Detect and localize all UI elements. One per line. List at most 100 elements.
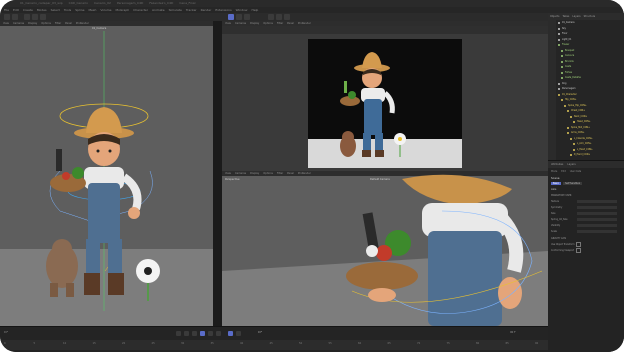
render-image [308, 39, 462, 168]
tree-item[interactable]: Cesta [548, 65, 624, 69]
attr-row-label: Spring_02_Size [551, 217, 568, 221]
render-icon[interactable] [268, 14, 274, 20]
attr-row-field[interactable] [577, 205, 617, 209]
tree-item-label: Flower [562, 43, 570, 46]
tree-item[interactable]: Chest_CON+ [548, 109, 624, 113]
next-key-icon[interactable] [216, 331, 221, 336]
timeline-tick: 80 [476, 342, 480, 345]
tree-item[interactable]: Dog [548, 82, 624, 86]
tree-item[interactable]: Spine_Hip_CON+ [548, 104, 624, 108]
tree-item-label: Spine_Mid_CON+ [571, 125, 590, 129]
auto-key-icon[interactable] [236, 331, 241, 336]
tab-objects[interactable]: Objects [550, 14, 559, 19]
tree-item[interactable]: 01_Character [548, 93, 624, 97]
tree-item[interactable]: Sky [548, 27, 624, 31]
play-icon[interactable] [200, 331, 205, 336]
tree-item-label: 01_Character [562, 92, 577, 96]
tree-item[interactable]: Head_CON+ [548, 120, 624, 124]
record-icon[interactable] [228, 331, 233, 336]
tab-layers[interactable]: Layers [572, 14, 580, 19]
tab-structure[interactable]: Structure [584, 14, 596, 19]
timeline-ruler[interactable]: 0 5 10 15 20 25 30 35 40 45 50 55 60 65 70 75 80 85 90 [0, 340, 548, 350]
viewport-perspective[interactable]: View Cameras Display Options Filter Panel ProR… [222, 171, 548, 326]
checkbox[interactable] [576, 241, 582, 247]
tree-item[interactable]: L_Arm_CON+ [548, 142, 624, 146]
tree-item[interactable]: 01_Camera [548, 21, 624, 25]
viewport-divider[interactable] [213, 21, 222, 326]
checkbox[interactable] [576, 247, 582, 253]
prev-key-icon[interactable] [184, 331, 189, 336]
scale-icon[interactable] [32, 14, 38, 20]
tab-attributes[interactable]: Attributes [551, 162, 563, 167]
tree-item-label: Floor [562, 32, 568, 35]
tree-item[interactable]: Light_01 [548, 38, 624, 42]
tree-item[interactable]: L_Clavicle_CON+ [548, 137, 624, 141]
attr-row-label: Texture [551, 199, 560, 203]
timeline-tick: 15 [92, 342, 96, 345]
tree-item-label: Arms_CON+ [571, 131, 585, 134]
object-icon [561, 77, 563, 79]
tree-item[interactable]: Arms_CON+ [548, 131, 624, 135]
attr-checkbox-label: Conforming Viewport [551, 248, 575, 252]
attr-user-data[interactable]: User Data [570, 169, 581, 174]
fps-field[interactable]: 0 F [258, 331, 262, 334]
tree-item[interactable]: Floor [548, 32, 624, 36]
tree-item[interactable]: Brocolis [548, 60, 624, 64]
timeline-tick: 5 [33, 342, 36, 345]
live-select-icon[interactable] [236, 14, 242, 20]
attr-sandbox-tab[interactable]: Self Sandbox [563, 182, 583, 185]
doc-tab[interactable]: C4D_Cenario [69, 0, 88, 7]
rotate-icon[interactable] [40, 14, 46, 20]
attr-row-field[interactable] [577, 229, 617, 233]
timeline-tick: 0 [4, 342, 6, 345]
tree-item[interactable]: R_Hand_CON+ [548, 153, 624, 157]
undo-icon[interactable] [4, 14, 10, 20]
tree-item[interactable]: Cenoura [548, 54, 624, 58]
tree-item[interactable]: Cesta_Detalhe [548, 76, 624, 80]
attr-edit[interactable]: Edit [561, 169, 565, 174]
tab-takes[interactable]: Takes [562, 14, 569, 19]
select-icon[interactable] [228, 14, 234, 20]
tree-item-label: L_Hand_CON+ [577, 147, 593, 151]
attr-mode[interactable]: Mode [551, 169, 557, 174]
box-select-icon[interactable] [244, 14, 250, 20]
doc-tab[interactable]: 01_Cenario_cadepar_03_wip [20, 0, 63, 7]
attr-row-field[interactable] [577, 199, 617, 203]
render-view-icon[interactable] [276, 14, 282, 20]
next-frame-icon[interactable] [208, 331, 213, 336]
current-frame[interactable]: 0 F [4, 331, 8, 334]
tree-item[interactable]: Hip_CON+ [548, 98, 624, 102]
tree-item[interactable]: Bouquet [548, 49, 624, 53]
tab-attr-layers[interactable]: Layers [567, 162, 575, 167]
end-frame[interactable]: 90 F [510, 331, 516, 334]
object-icon [558, 82, 560, 85]
render-settings-icon[interactable] [284, 14, 290, 20]
attr-row-field[interactable] [577, 211, 617, 215]
attr-row-field[interactable] [577, 223, 617, 227]
tree-item-label: Cesta [565, 65, 572, 68]
object-icon [561, 66, 563, 68]
timeline-tick: 30 [181, 342, 185, 345]
attr-checkbox-row[interactable]: Conforming Viewport [548, 247, 624, 253]
doc-tab[interactable]: Cena_Final [179, 0, 195, 7]
tree-item[interactable]: Neck_CON+ [548, 115, 624, 119]
attr-basic-tab[interactable]: Basic [551, 182, 562, 185]
tree-item[interactable]: Flower [548, 43, 624, 47]
go-start-icon[interactable] [176, 331, 181, 336]
tree-item[interactable]: Spine_Mid_CON+ [548, 126, 624, 130]
attr-row-field[interactable] [577, 217, 617, 221]
doc-tab[interactable]: Personagem_C4D [117, 0, 143, 7]
redo-icon[interactable] [12, 14, 18, 20]
move-icon[interactable] [24, 14, 30, 20]
tree-item[interactable]: Personagem [548, 87, 624, 91]
doc-tab[interactable]: Cenario_02 [94, 0, 111, 7]
attr-group-title: GRAVITY AXIS [551, 237, 567, 240]
tree-item[interactable]: Folhas [548, 71, 624, 75]
doc-tab[interactable]: Fazendeiro_C4D [149, 0, 173, 7]
viewport-left[interactable]: View Cameras Display Options Filter Panel ProR… [0, 21, 213, 326]
timeline-tick: 70 [417, 342, 421, 345]
attribute-manager: Attributes Layers Mode Edit User Data Sc… [548, 160, 624, 352]
tree-item[interactable]: L_Hand_CON+ [548, 148, 624, 152]
viewport-render[interactable]: View Cameras Display Options Filter Panel ProR… [222, 21, 548, 171]
prev-frame-icon[interactable] [192, 331, 197, 336]
